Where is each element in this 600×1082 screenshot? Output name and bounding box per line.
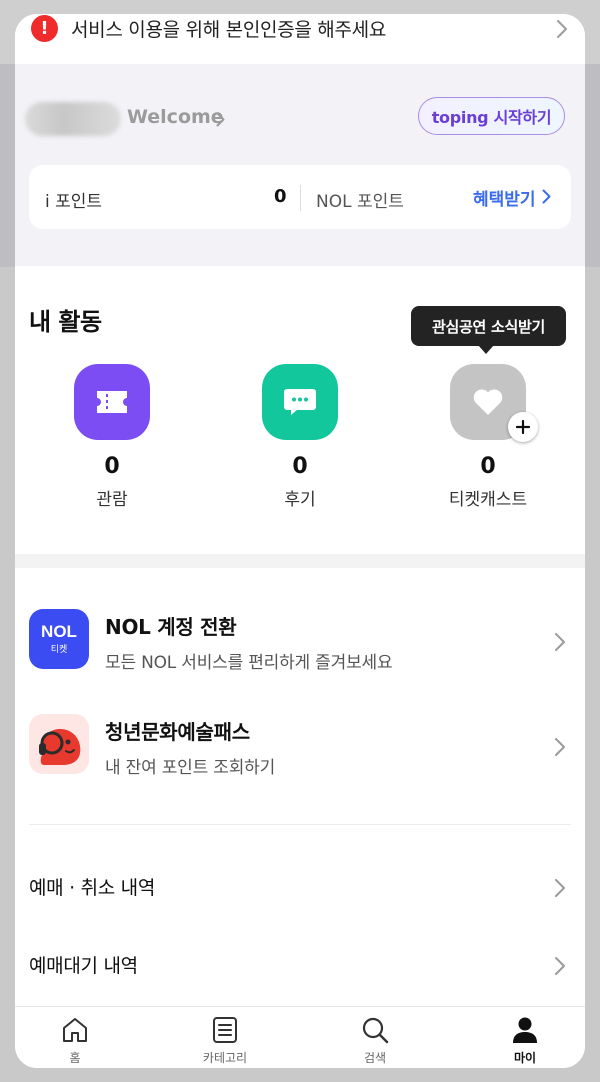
menu-divider — [29, 824, 571, 825]
my-page-screen: ! 서비스 이용을 위해 본인인증을 해주세요 Welcome toping 시… — [15, 14, 585, 1068]
youth-culture-pass-row[interactable]: 청년문화예술패스 내 잔여 포인트 조회하기 — [15, 699, 585, 789]
ticketcast-tooltip: 관심공연 소식받기 — [411, 306, 566, 346]
search-icon — [362, 1017, 389, 1044]
exclamation-icon: ! — [31, 15, 58, 42]
nav-search[interactable]: 검색 — [330, 1015, 420, 1066]
activity-item-reviews[interactable]: 0 후기 — [240, 364, 360, 510]
activity-item-ticketcast[interactable]: 0 티켓캐스트 — [428, 364, 548, 510]
reviews-label: 후기 — [284, 490, 316, 510]
ticketcast-label: 티켓캐스트 — [448, 490, 528, 510]
nol-switch-title: NOL 계정 전환 — [105, 615, 237, 639]
points-divider — [300, 185, 301, 211]
chat-bubble-icon — [262, 364, 338, 440]
nol-switch-subtitle: 모든 NOL 서비스를 편리하게 즐겨보세요 — [105, 653, 393, 673]
activity-item-viewing[interactable]: 0 관람 — [52, 364, 172, 510]
chevron-right-icon — [554, 878, 566, 898]
my-activity-section: 내 활동 관심공연 소식받기 0 관람 0 후기 0 티켓캐스트 — [15, 266, 585, 554]
heart-icon — [450, 364, 538, 442]
ticketcast-count: 0 — [480, 454, 496, 479]
points-card: i 포인트 0 NOL 포인트 혜택받기 — [29, 165, 571, 229]
home-icon — [63, 1018, 87, 1042]
blurred-username — [25, 102, 121, 136]
nol-account-switch-row[interactable]: NOL 티켓 NOL 계정 전환 모든 NOL 서비스를 편리하게 즐겨보세요 — [15, 594, 585, 684]
nav-category-label: 카테고리 — [202, 1051, 248, 1065]
section-gap — [15, 554, 585, 568]
activity-title: 내 활동 — [29, 308, 102, 336]
verification-alert[interactable]: ! 서비스 이용을 위해 본인인증을 해주세요 — [15, 14, 585, 64]
nav-category[interactable]: 카테고리 — [180, 1015, 270, 1066]
nav-my[interactable]: 마이 — [480, 1015, 570, 1066]
youth-pass-title: 청년문화예술패스 — [105, 720, 250, 744]
booking-history-label: 예매 · 취소 내역 — [29, 877, 156, 899]
nol-logo-text: NOL — [41, 622, 77, 641]
plus-icon[interactable] — [508, 412, 538, 442]
person-icon — [513, 1017, 537, 1043]
chevron-right-icon — [216, 112, 225, 127]
youth-pass-mascot-icon — [29, 714, 89, 774]
ipoint-value: 0 — [274, 186, 287, 207]
chevron-right-icon — [542, 189, 551, 204]
chevron-right-icon — [556, 19, 568, 39]
viewing-label: 관람 — [96, 490, 128, 510]
nol-point-label: NOL 포인트 — [316, 192, 404, 212]
ipoint-label: i 포인트 — [45, 192, 103, 212]
nav-home-label: 홈 — [69, 1051, 81, 1065]
profile-section: Welcome toping 시작하기 i 포인트 0 NOL 포인트 혜택받기 — [15, 64, 585, 266]
booking-history-row[interactable]: 예매 · 취소 내역 — [15, 856, 585, 916]
chevron-right-icon — [554, 737, 566, 757]
nol-logo-subtext: 티켓 — [50, 645, 68, 655]
youth-pass-subtitle: 내 잔여 포인트 조회하기 — [105, 758, 276, 778]
viewing-count: 0 — [104, 454, 120, 479]
nav-search-label: 검색 — [363, 1051, 387, 1065]
toping-start-button[interactable]: toping 시작하기 — [418, 97, 565, 135]
welcome-link[interactable]: Welcome — [127, 106, 224, 128]
tooltip-arrow — [478, 345, 494, 354]
chevron-right-icon — [554, 956, 566, 976]
nol-logo-icon: NOL 티켓 — [29, 609, 89, 669]
nav-home[interactable]: 홈 — [30, 1015, 120, 1066]
category-list-icon — [213, 1017, 237, 1043]
bottom-navigation: 홈 카테고리 검색 마이 — [15, 1006, 585, 1068]
reviews-count: 0 — [292, 454, 308, 479]
get-benefits-button[interactable]: 혜택받기 — [473, 185, 536, 210]
chevron-right-icon — [554, 632, 566, 652]
waitlist-history-label: 예매대기 내역 — [29, 955, 138, 977]
nav-my-label: 마이 — [513, 1051, 537, 1065]
ticket-icon — [74, 364, 150, 440]
waitlist-history-row[interactable]: 예매대기 내역 — [15, 934, 585, 994]
alert-text: 서비스 이용을 위해 본인인증을 해주세요 — [71, 19, 387, 41]
